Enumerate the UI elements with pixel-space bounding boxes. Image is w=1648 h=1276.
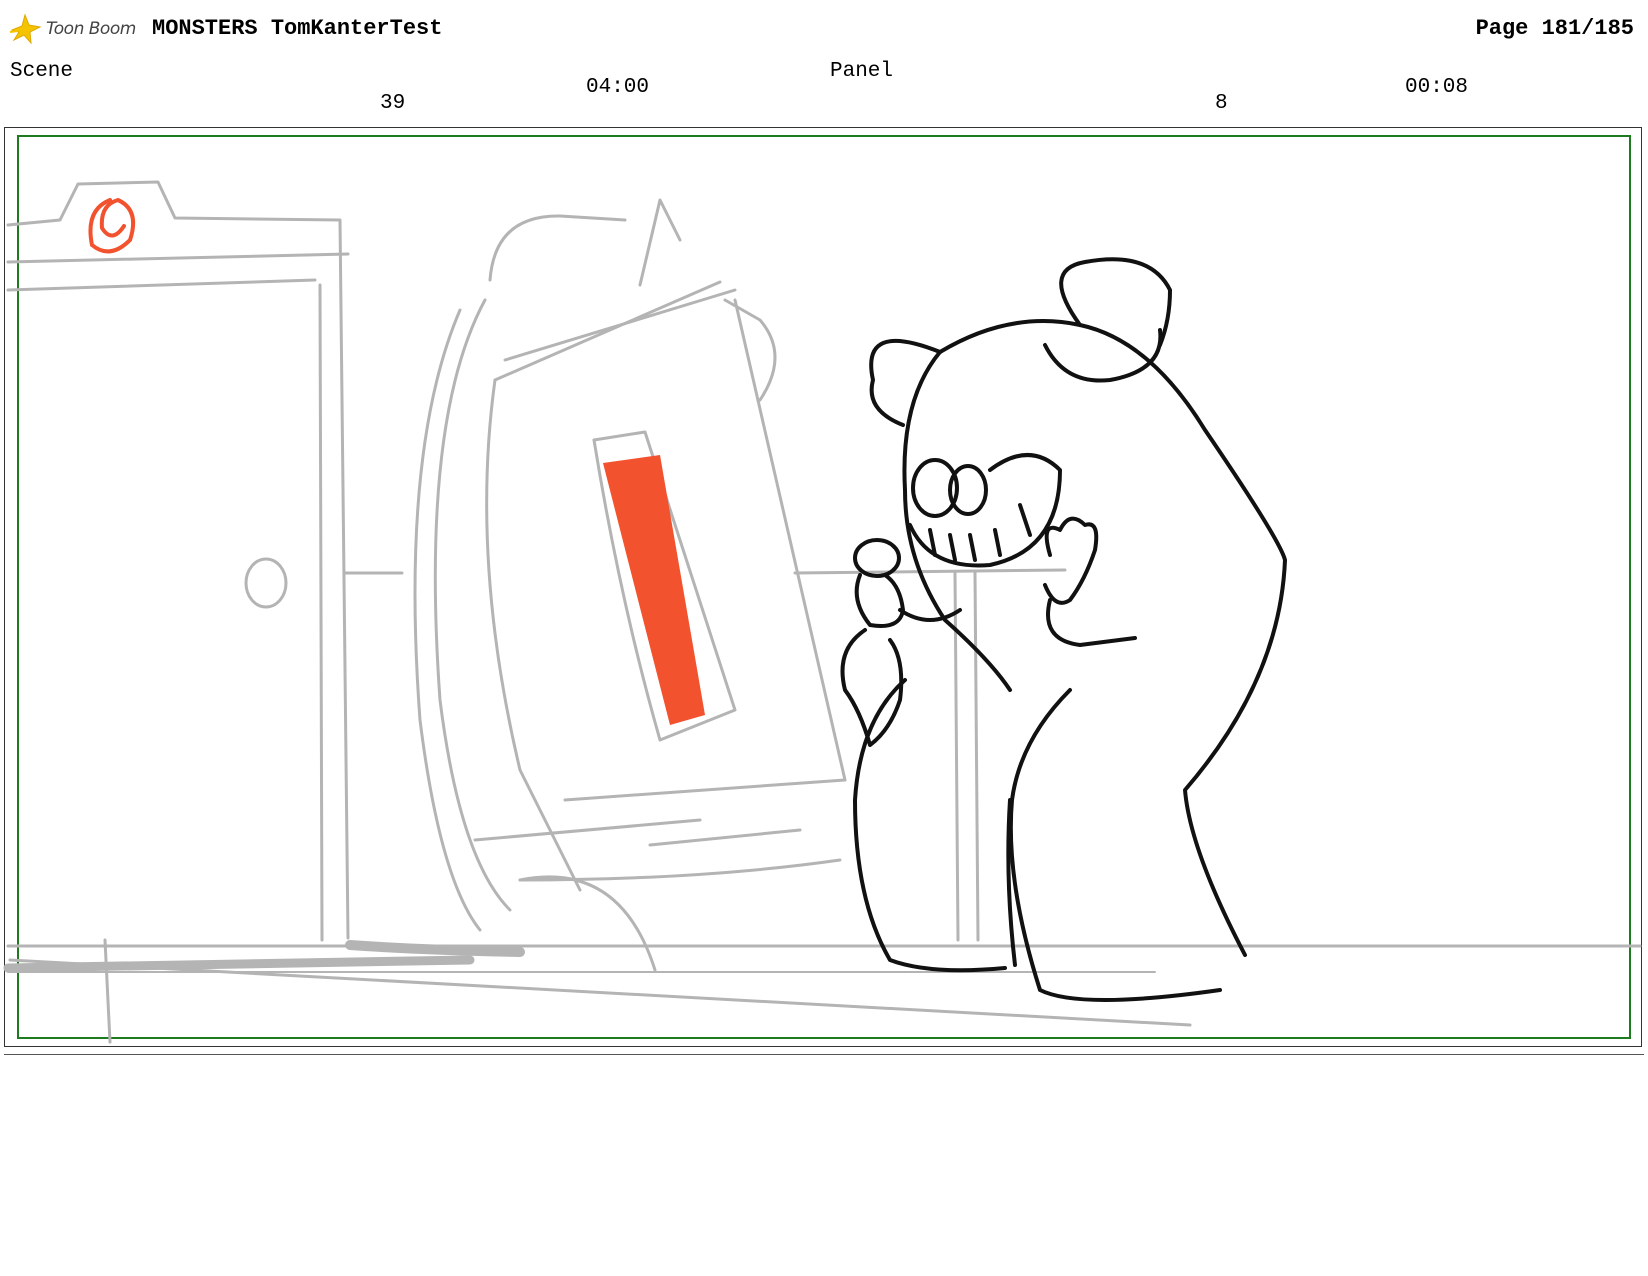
storyboard-sketch xyxy=(3,180,1642,1044)
panel-separator-line xyxy=(4,1054,1644,1055)
